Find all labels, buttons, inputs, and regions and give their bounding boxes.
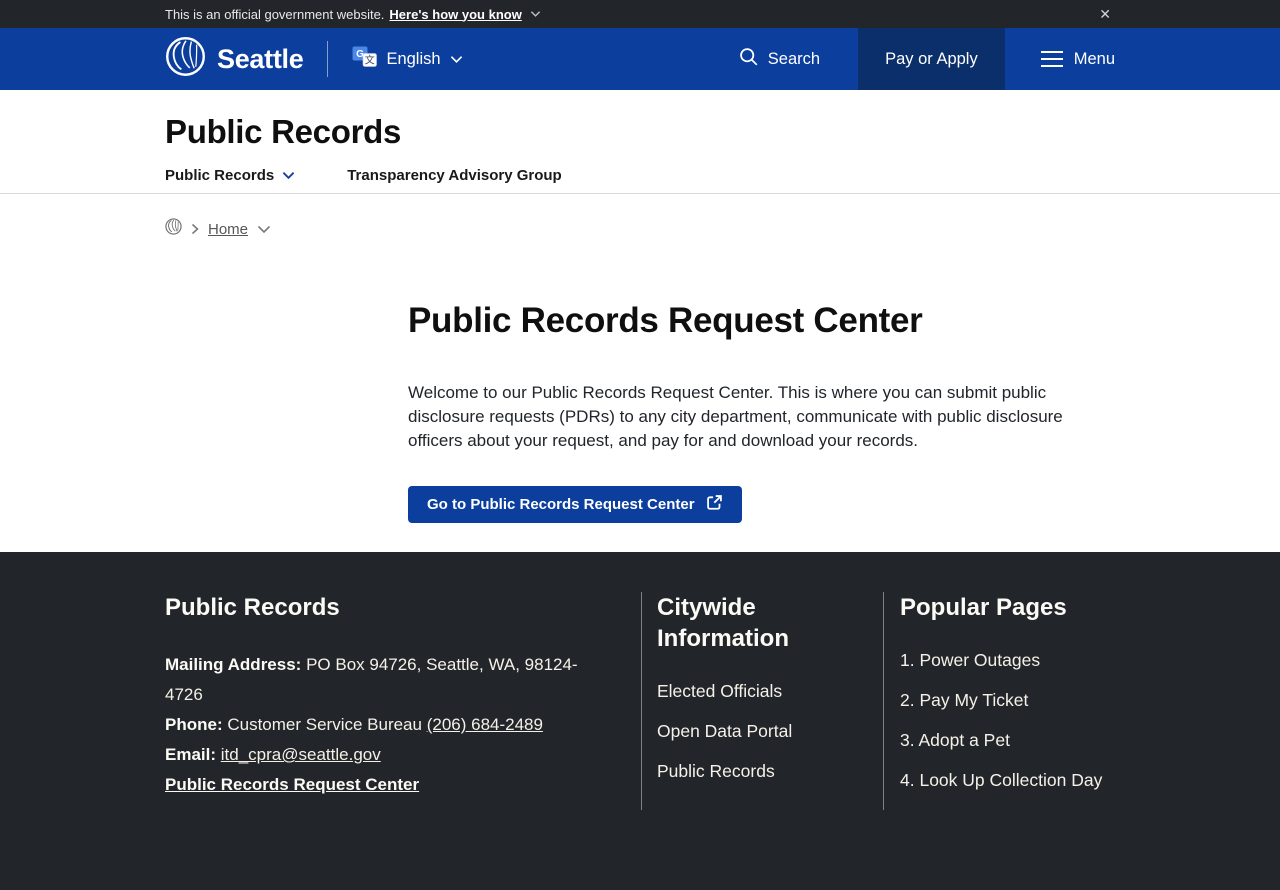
email-link[interactable]: itd_cpra@seattle.gov — [221, 745, 381, 764]
email-line: Email: itd_cpra@seattle.gov — [165, 745, 381, 764]
footer-popular-pages-column: Popular Pages 1. Power Outages 2. Pay My… — [883, 592, 1115, 810]
language-label: English — [386, 49, 441, 68]
main-heading: Public Records Request Center — [408, 301, 923, 340]
go-to-request-center-button[interactable]: Go to Public Records Request Center — [408, 486, 742, 523]
nav-item-label: Transparency Advisory Group — [347, 167, 562, 184]
citywide-link-elected-officials[interactable]: Elected Officials — [657, 681, 869, 702]
svg-text:文: 文 — [365, 54, 375, 67]
citywide-link-open-data-portal[interactable]: Open Data Portal — [657, 721, 869, 742]
section-nav: Public Records Transparency Advisory Gro… — [165, 167, 1115, 193]
pay-or-apply-button[interactable]: Pay or Apply — [858, 28, 1005, 90]
brand-wordmark: Seattle — [217, 43, 304, 74]
page-title: Public Records — [165, 113, 402, 150]
chevron-down-icon — [530, 10, 541, 18]
gov-banner-text: This is an official government website. … — [165, 7, 541, 22]
footer-public-records-column: Public Records Mailing Address: PO Box 9… — [165, 592, 641, 810]
search-icon — [738, 46, 759, 72]
external-link-icon — [706, 494, 723, 515]
language-selector[interactable]: G 文 English — [352, 46, 462, 72]
breadcrumb-logo — [165, 218, 182, 240]
footer-column-heading: Citywide Information — [657, 594, 789, 652]
citywide-link-public-records[interactable]: Public Records — [657, 761, 869, 782]
popular-link-pay-my-ticket[interactable]: 2. Pay My Ticket — [900, 690, 1115, 711]
intro-paragraph: Welcome to our Public Records Request Ce… — [408, 383, 1063, 450]
gov-banner: This is an official government website. … — [0, 0, 1280, 28]
cta-label: Go to Public Records Request Center — [427, 496, 695, 513]
translate-icon: G 文 — [352, 46, 378, 72]
popular-link-power-outages[interactable]: 1. Power Outages — [900, 650, 1115, 671]
chevron-down-icon — [450, 55, 462, 63]
site-footer: Public Records Mailing Address: PO Box 9… — [0, 552, 1280, 890]
seattle-home-link[interactable]: Seattle — [165, 36, 304, 82]
chevron-right-icon — [191, 223, 199, 235]
site-header: Seattle G 文 English Search Pay or Apply … — [0, 28, 1280, 90]
seattle-logo — [165, 36, 206, 82]
footer-citywide-column: Citywide Information Elected Officials O… — [641, 592, 883, 810]
nav-item-public-records[interactable]: Public Records — [165, 167, 295, 184]
main-content: Public Records Request Center Welcome to… — [0, 299, 1280, 552]
breadcrumb-home-link[interactable]: Home — [208, 221, 248, 238]
request-center-link[interactable]: Public Records Request Center — [165, 770, 419, 800]
phone-link[interactable]: (206) 684-2489 — [427, 715, 543, 734]
mailing-address-line: Mailing Address: PO Box 94726, Seattle, … — [165, 655, 578, 704]
gov-banner-statement: This is an official government website. — [165, 6, 385, 22]
menu-button[interactable]: Menu — [1040, 49, 1115, 69]
pay-or-apply-label: Pay or Apply — [885, 49, 978, 68]
page-head: Public Records Public Records Transparen… — [0, 112, 1280, 194]
menu-label: Menu — [1073, 49, 1115, 68]
hamburger-icon — [1040, 51, 1063, 67]
close-icon: ✕ — [1099, 5, 1111, 22]
header-divider — [327, 41, 329, 77]
chevron-down-icon — [282, 172, 295, 180]
nav-item-transparency-advisory-group[interactable]: Transparency Advisory Group — [347, 167, 562, 184]
nav-item-label: Public Records — [165, 167, 275, 184]
phone-line: Phone: Customer Service Bureau (206) 684… — [165, 715, 543, 734]
heres-how-you-know-link[interactable]: Here's how you know — [389, 7, 521, 22]
search-button[interactable]: Search — [738, 46, 820, 72]
popular-link-adopt-a-pet[interactable]: 3. Adopt a Pet — [900, 730, 1115, 751]
search-label: Search — [767, 49, 821, 68]
footer-contact-block: Mailing Address: PO Box 94726, Seattle, … — [165, 650, 601, 800]
footer-column-heading: Popular Pages — [900, 594, 1067, 621]
banner-close-button[interactable]: ✕ — [1095, 6, 1115, 23]
popular-link-look-up-collection-day[interactable]: 4. Look Up Collection Day — [900, 770, 1115, 791]
footer-column-heading: Public Records — [165, 594, 340, 621]
chevron-down-icon — [257, 225, 271, 233]
breadcrumb: Home — [165, 218, 1115, 240]
